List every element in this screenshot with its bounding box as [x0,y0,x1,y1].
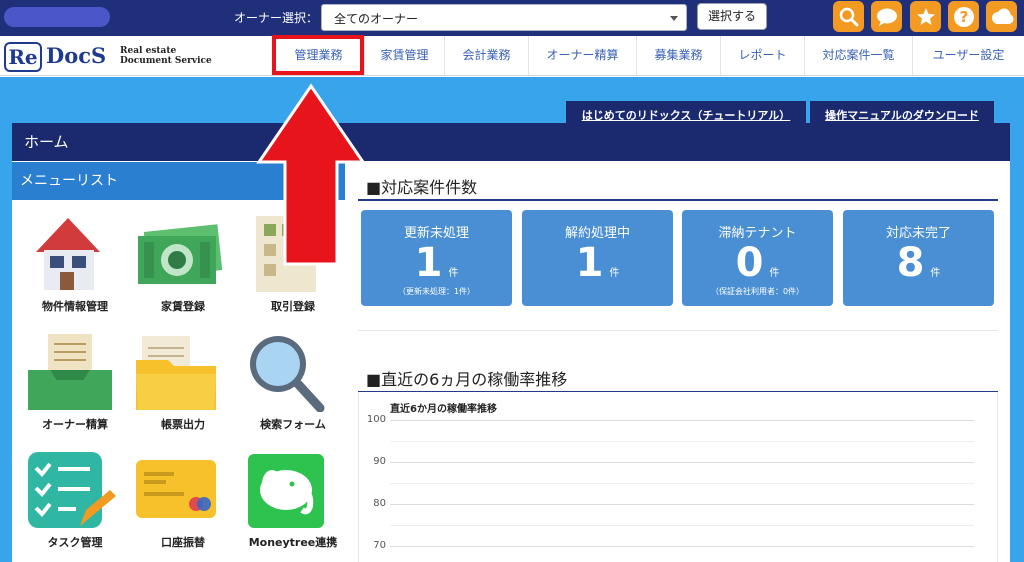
logo-subtitle-line2: Document Service [120,56,212,66]
menu-label-rent-register: 家賃登録 [161,300,205,313]
nav-item-user-settings[interactable]: ユーザー設定 [912,36,1024,75]
menu-item-owner-settlement[interactable]: オーナー精算 [20,330,130,450]
main-nav: Re DocS Real estate Document Service 管理業… [0,36,1024,76]
elephant-icon [248,454,324,528]
search-icon[interactable] [833,1,864,32]
svg-text:?: ? [959,8,968,26]
occupancy-chart [358,392,998,562]
menu-label-account-transfer: 口座振替 [161,536,205,549]
y-gridline [390,504,974,505]
card-subtext: （更新未処理：1件） [397,287,476,296]
y-tick-label: 70 [373,540,386,551]
card-renewal-pending[interactable]: 更新未処理 1件 （更新未処理：1件） [361,210,512,306]
credit-card-icon [136,460,216,518]
menu-item-moneytree[interactable]: Moneytree連携 [238,450,348,562]
card-count: 1件 [414,240,459,286]
redocs-logo[interactable]: Re DocS [4,39,114,73]
banknote-icon [138,224,223,284]
section-divider [358,330,998,331]
owner-select-dropdown[interactable]: 全てのオーナー [321,4,687,31]
card-title: 対応未完了 [885,226,951,241]
chat-icon[interactable] [871,1,902,32]
card-delinquent-tenants[interactable]: 滞納テナント 0件 （保証会社利用者：0件） [682,210,833,306]
home-title: ホーム [24,133,69,151]
menu-label-property-info: 物件情報管理 [42,300,108,313]
nav-item-report[interactable]: レポート [720,36,804,75]
magnifier-icon [250,336,325,412]
nav-item-case-list[interactable]: 対応案件一覧 [804,36,912,75]
annotation-up-arrow-icon [256,83,366,266]
card-count: 1件 [575,240,620,286]
menu-item-account-transfer[interactable]: 口座振替 [128,450,238,562]
card-incomplete-cases[interactable]: 対応未完了 8件 [843,210,994,306]
nav-item-rent[interactable]: 家賃管理 [364,36,444,75]
house-icon [36,218,100,290]
help-icon[interactable]: ? [948,1,979,32]
nav-item-owner-settlement[interactable]: オーナー精算 [528,36,636,75]
logo-subtitle-line1: Real estate [120,46,177,56]
user-name-redacted [4,7,110,27]
top-bar: オーナー選択： 全てのオーナー 選択する ? [0,0,1024,36]
menu-item-rent-register[interactable]: 家賃登録 [128,212,238,332]
y-gridline-minor [390,483,974,484]
menu-label-transaction-register: 取引登録 [271,300,315,313]
logo-subtitle: Real estate Document Service [120,46,212,66]
menu-label-owner-settlement: オーナー精算 [42,418,108,431]
logo-re: Re [4,42,42,72]
card-title: 滞納テナント [718,226,797,241]
card-count: 8件 [896,240,941,286]
checklist-icon [28,452,116,528]
card-count: 0件 [735,240,780,286]
menu-label-task-management: タスク管理 [47,536,103,549]
owner-select-label: オーナー選択： [234,11,319,25]
home-title-bar: ホーム [12,123,1010,161]
menu-label-moneytree: Moneytree連携 [248,536,338,549]
card-cancellation-in-progress[interactable]: 解約処理中 1件 [522,210,673,306]
logo-docs: DocS [46,43,107,68]
owner-select-value: 全てのオーナー [334,12,419,26]
y-gridline-minor [390,525,974,526]
star-icon[interactable] [910,1,941,32]
chart-title: 直近6か月の稼働率推移 [390,404,497,415]
cloud-icon[interactable] [986,1,1017,32]
nav-item-recruitment[interactable]: 募集業務 [636,36,720,75]
menu-label-search-form: 検索フォーム [260,418,326,431]
menu-item-task-management[interactable]: タスク管理 [20,450,130,562]
menu-label-form-output: 帳票出力 [161,418,205,431]
y-tick-label: 100 [366,414,386,425]
y-gridline [390,546,974,547]
inbox-tray-icon [28,334,112,410]
y-gridline [390,420,974,421]
menu-item-search-form[interactable]: 検索フォーム [238,330,348,450]
card-title: 解約処理中 [564,226,630,241]
folder-icon [136,336,216,410]
menu-item-form-output[interactable]: 帳票出力 [128,330,238,450]
menu-item-property-info[interactable]: 物件情報管理 [20,212,130,332]
card-subtext: （保証会社利用者：0件） [710,287,805,296]
y-gridline [390,462,974,463]
chevron-down-icon [670,16,678,21]
y-tick-label: 90 [373,456,386,467]
y-gridline-minor [390,441,974,442]
nav-item-accounting[interactable]: 会計業務 [444,36,528,75]
cases-section-title: ■対応案件件数 [366,178,478,197]
card-title: 更新未処理 [403,226,469,241]
select-owner-button[interactable]: 選択する [697,3,767,30]
y-tick-label: 80 [373,498,386,509]
annotation-highlight-box [272,35,364,75]
cases-section-underline [358,199,998,201]
occupancy-section-title: ■直近の6ヵ月の稼働率推移 [366,370,568,389]
